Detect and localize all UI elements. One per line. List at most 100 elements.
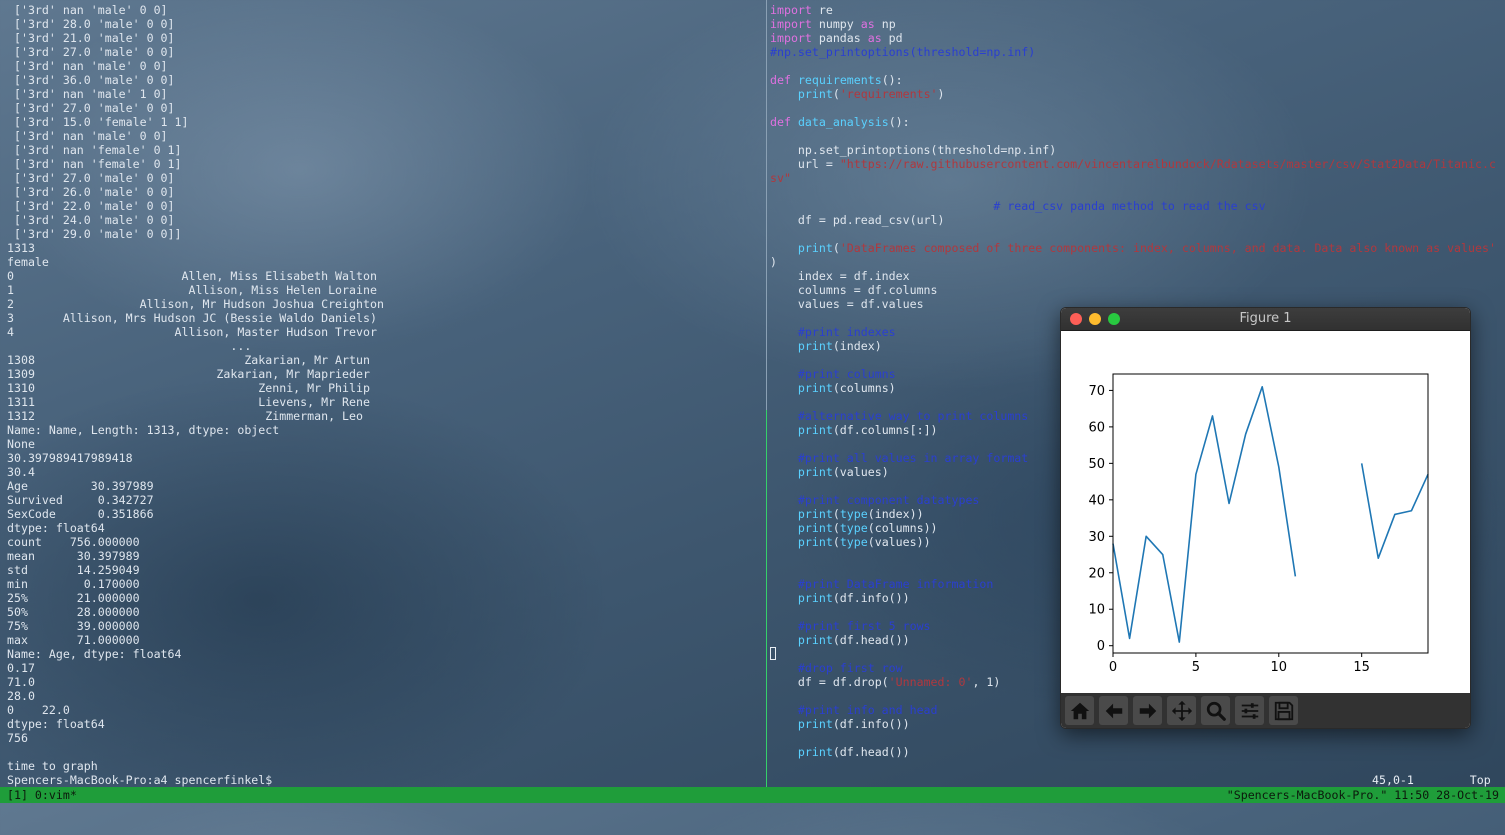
code-token: [770, 339, 798, 353]
series-line: [1113, 387, 1295, 642]
code-token: #np.set_printoptions(threshold=np.inf): [770, 45, 1035, 59]
zoom-icon[interactable]: [1201, 696, 1230, 725]
terminal-line: 4 Allison, Master Hudson Trevor: [7, 325, 762, 339]
code-token: re: [812, 3, 833, 17]
code-token: def: [770, 115, 791, 129]
code-line: # read_csv panda method to read the csv: [770, 199, 1505, 213]
code-token: #alternative way to print columns: [798, 409, 1028, 423]
back-arrow-icon[interactable]: [1099, 696, 1128, 725]
code-token: print: [798, 339, 833, 353]
code-token: np.set_printoptions(threshold=np.inf): [770, 143, 1056, 157]
x-tick-label: 5: [1192, 660, 1200, 675]
code-token: (values): [833, 465, 889, 479]
code-token: print: [798, 507, 833, 521]
terminal-line: dtype: float64: [7, 717, 762, 731]
code-token: [770, 591, 798, 605]
terminal-line: 1313: [7, 241, 762, 255]
code-token: (index)): [868, 507, 924, 521]
code-token: print: [798, 241, 833, 255]
code-token: [770, 493, 798, 507]
terminal-line: ['3rd' nan 'male' 1 0]: [7, 87, 762, 101]
y-tick-label: 50: [1088, 457, 1105, 472]
code-token: (df.head()): [833, 633, 910, 647]
home-icon[interactable]: [1065, 696, 1094, 725]
terminal-line: female: [7, 255, 762, 269]
configure-subplots-icon[interactable]: [1235, 696, 1264, 725]
terminal-line: 1308 Zakarian, Mr Artun: [7, 353, 762, 367]
code-token: (columns)): [868, 521, 938, 535]
y-tick-label: 10: [1088, 603, 1105, 618]
code-token: , 1): [972, 675, 1000, 689]
terminal-line: ['3rd' 36.0 'male' 0 0]: [7, 73, 762, 87]
y-tick-label: 30: [1088, 530, 1105, 545]
active-pane-divider: [766, 410, 767, 787]
x-tick-label: 15: [1353, 660, 1370, 675]
terminal-line: [7, 745, 762, 759]
code-token: [770, 423, 798, 437]
code-token: type: [840, 521, 868, 535]
pan-icon[interactable]: [1167, 696, 1196, 725]
code-token: #print columns: [798, 367, 896, 381]
code-token: [770, 325, 798, 339]
series-line: [1362, 463, 1428, 558]
code-token: import: [770, 31, 812, 45]
plot-canvas[interactable]: 051015010203040506070: [1061, 330, 1470, 693]
terminal-line: Name: Age, dtype: float64: [7, 647, 762, 661]
code-line: [770, 227, 1505, 241]
code-token: columns = df.columns: [770, 283, 938, 297]
code-token: requirements: [798, 73, 882, 87]
code-line: [770, 59, 1505, 73]
code-token: # read_csv panda method to read the csv: [770, 199, 1266, 213]
code-token: url =: [770, 157, 840, 171]
terminal-line: Spencers-MacBook-Pro:a4 spencerfinkel$: [7, 773, 762, 787]
code-token: [770, 577, 798, 591]
code-token: print: [798, 633, 833, 647]
code-line: print('DataFrames composed of three comp…: [770, 241, 1505, 255]
terminal-line: ['3rd' 26.0 'male' 0 0]: [7, 185, 762, 199]
code-token: [770, 619, 798, 633]
code-token: (df.info()): [833, 717, 910, 731]
terminal-line: 2 Allison, Mr Hudson Joshua Creighton: [7, 297, 762, 311]
code-token: [770, 241, 798, 255]
y-tick-label: 40: [1088, 493, 1105, 508]
y-tick-label: 60: [1088, 420, 1105, 435]
code-line: columns = df.columns: [770, 283, 1505, 297]
code-token: print: [798, 87, 833, 101]
code-token: as: [861, 17, 875, 31]
terminal-line: 0 22.0: [7, 703, 762, 717]
window-titlebar[interactable]: Figure 1: [1061, 308, 1470, 331]
code-line: print(df.head()): [770, 745, 1505, 759]
code-token: 'DataFrames composed of three components…: [840, 241, 1496, 255]
terminal-line: SexCode 0.351866: [7, 507, 762, 521]
terminal-line: ...: [7, 339, 762, 353]
code-token: as: [868, 31, 882, 45]
code-token: #print first 5 rows: [798, 619, 931, 633]
terminal-line: Age 30.397989: [7, 479, 762, 493]
code-token: index = df.index: [770, 269, 910, 283]
code-line: [770, 185, 1505, 199]
code-token: [791, 73, 798, 87]
code-token: (df.info()): [833, 591, 910, 605]
code-token: sv": [770, 171, 791, 185]
code-token: [770, 521, 798, 535]
code-token: [770, 717, 798, 731]
terminal-line: 25% 21.000000: [7, 591, 762, 605]
code-token: [770, 633, 798, 647]
save-icon[interactable]: [1269, 696, 1298, 725]
code-token: (: [833, 521, 840, 535]
terminal-line: 0.17: [7, 661, 762, 675]
terminal-line: 1311 Lievens, Mr Rene: [7, 395, 762, 409]
code-token: import: [770, 3, 812, 17]
code-token: print: [798, 591, 833, 605]
terminal-line: dtype: float64: [7, 521, 762, 535]
matplotlib-figure-window[interactable]: Figure 1 051015010203040506070: [1060, 307, 1471, 729]
code-token: "https://raw.githubusercontent.com/vince…: [840, 157, 1496, 171]
tmux-status-bar: [1] 0:vim* "Spencers-MacBook-Pro." 11:50…: [0, 787, 1505, 803]
vim-cursor: [770, 647, 776, 660]
tmux-window-list[interactable]: [1] 0:vim*: [7, 787, 77, 803]
code-line: def data_analysis():: [770, 115, 1505, 129]
code-token: (columns): [833, 381, 896, 395]
code-token: ():: [882, 73, 903, 87]
forward-arrow-icon[interactable]: [1133, 696, 1162, 725]
code-token: (values)): [868, 535, 931, 549]
